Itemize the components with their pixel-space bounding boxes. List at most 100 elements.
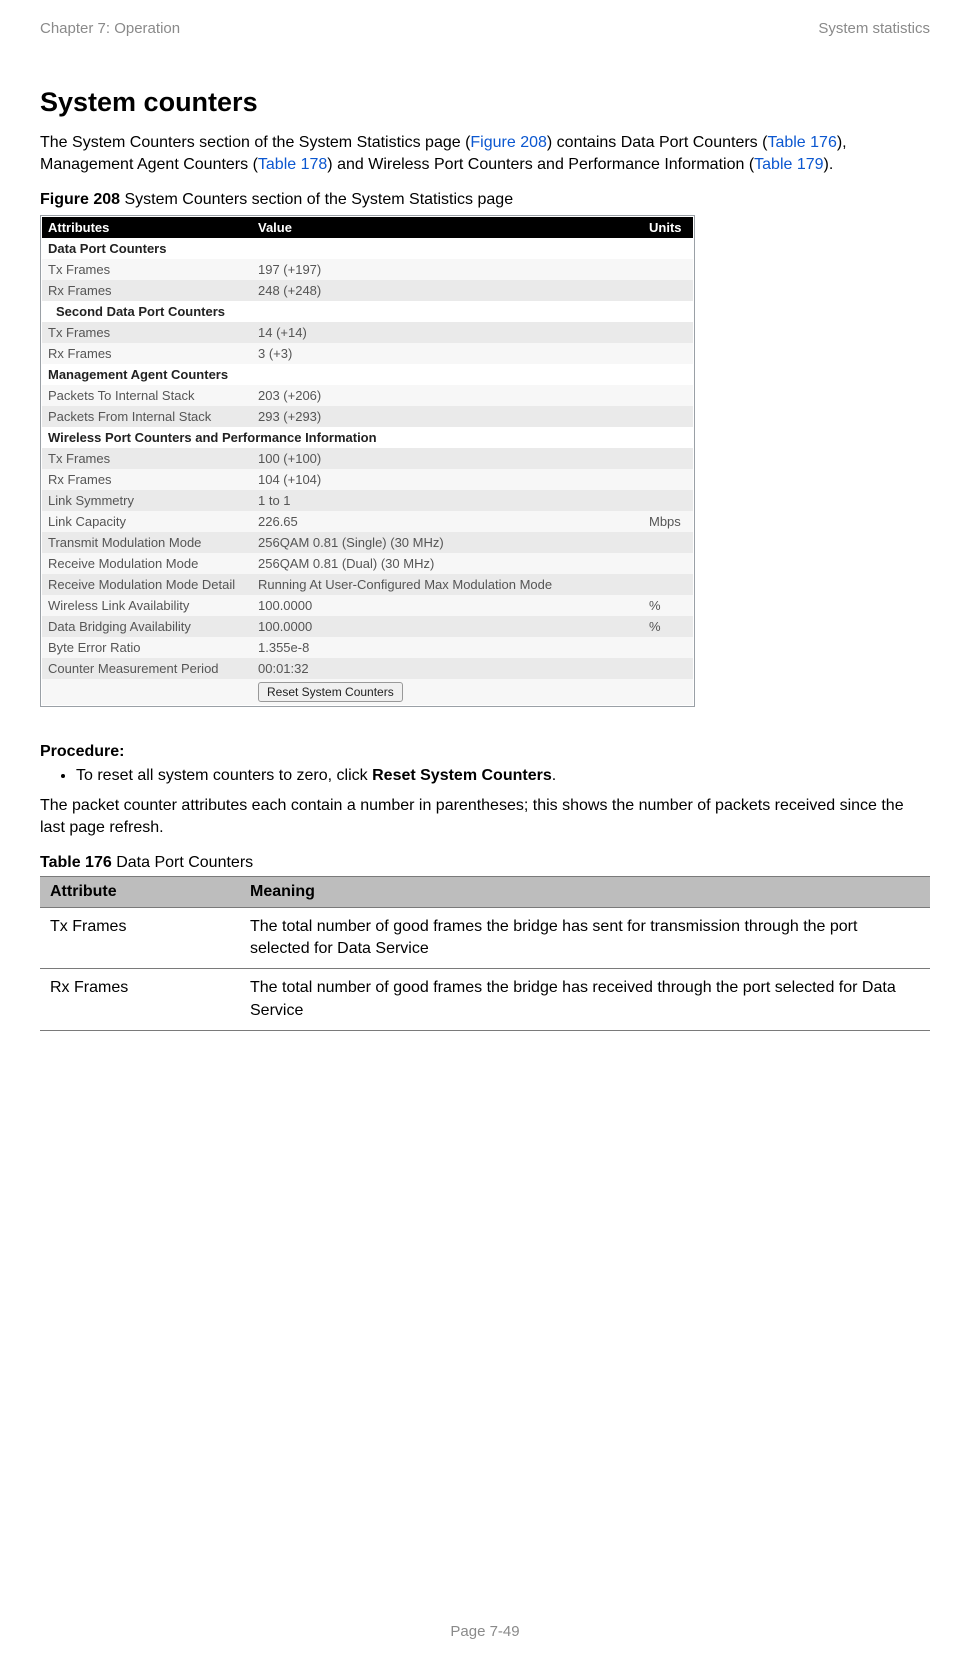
table-row: Packets From Internal Stack293 (+293) <box>42 406 693 427</box>
table-row: Counter Measurement Period00:01:32 <box>42 658 693 679</box>
cell-value: 197 (+197) <box>252 259 643 280</box>
cell-value: 1 to 1 <box>252 490 643 511</box>
cell-units <box>643 658 693 679</box>
page-title: System counters <box>40 87 930 118</box>
figure-title: System Counters section of the System St… <box>120 191 513 208</box>
cell-attr: Rx Frames <box>42 469 252 490</box>
cell-units <box>643 637 693 658</box>
cell-value: 100.0000 <box>252 616 643 637</box>
cell-units: % <box>643 616 693 637</box>
step-bold: Reset System Counters <box>372 767 552 784</box>
cell-units <box>643 469 693 490</box>
cell-value: 1.355e-8 <box>252 637 643 658</box>
table-header-row: Attributes Value Units <box>42 217 693 238</box>
cell-attr: Tx Frames <box>42 448 252 469</box>
table-row: Link Symmetry1 to 1 <box>42 490 693 511</box>
cell-units <box>643 448 693 469</box>
section-mgmt-agent: Management Agent Counters <box>42 364 693 385</box>
cell-attr: Byte Error Ratio <box>42 637 252 658</box>
col-attributes: Attributes <box>42 217 252 238</box>
cell-units <box>643 280 693 301</box>
table-title: Data Port Counters <box>112 854 253 871</box>
intro-text: ) and Wireless Port Counters and Perform… <box>327 156 754 173</box>
intro-text: ) contains Data Port Counters ( <box>547 134 768 151</box>
cell-units <box>643 343 693 364</box>
figure-caption: Figure 208 System Counters section of th… <box>40 191 930 209</box>
cell-attribute: Tx Frames <box>40 907 240 969</box>
table-row: Tx Frames100 (+100) <box>42 448 693 469</box>
col-attribute: Attribute <box>40 876 240 907</box>
cell-attr: Wireless Link Availability <box>42 595 252 616</box>
cell-value: 14 (+14) <box>252 322 643 343</box>
cell-value: Running At User-Configured Max Modulatio… <box>252 574 643 595</box>
note-paragraph: The packet counter attributes each conta… <box>40 795 930 840</box>
intro-text: ). <box>824 156 834 173</box>
figure-number: Figure 208 <box>40 191 120 208</box>
cell-units <box>643 553 693 574</box>
cell-value: 248 (+248) <box>252 280 643 301</box>
col-units: Units <box>643 217 693 238</box>
page-header: Chapter 7: Operation System statistics <box>40 20 930 37</box>
cell-attr: Data Bridging Availability <box>42 616 252 637</box>
cell-attr: Link Capacity <box>42 511 252 532</box>
cell-units <box>643 574 693 595</box>
table-row: Transmit Modulation Mode256QAM 0.81 (Sin… <box>42 532 693 553</box>
cell-attr: Packets To Internal Stack <box>42 385 252 406</box>
page-footer: Page 7-49 <box>0 1623 970 1640</box>
cell-attr: Counter Measurement Period <box>42 658 252 679</box>
cell-value: 100 (+100) <box>252 448 643 469</box>
cell-value: 256QAM 0.81 (Single) (30 MHz) <box>252 532 643 553</box>
defs-row: Tx Frames The total number of good frame… <box>40 907 930 969</box>
col-value: Value <box>252 217 643 238</box>
cell-units: % <box>643 595 693 616</box>
table-caption: Table 176 Data Port Counters <box>40 854 930 872</box>
data-port-counters-table: Attribute Meaning Tx Frames The total nu… <box>40 876 930 1032</box>
reset-row: Reset System Counters <box>42 679 693 705</box>
section-second-data-port: Second Data Port Counters <box>42 301 693 322</box>
link-table-178[interactable]: Table 178 <box>258 156 327 173</box>
intro-paragraph: The System Counters section of the Syste… <box>40 132 930 177</box>
table-row: Data Bridging Availability100.0000% <box>42 616 693 637</box>
page: Chapter 7: Operation System statistics S… <box>0 0 970 1660</box>
link-table-179[interactable]: Table 179 <box>754 156 823 173</box>
cell-meaning: The total number of good frames the brid… <box>240 907 930 969</box>
header-right: System statistics <box>818 20 930 37</box>
cell-value: 3 (+3) <box>252 343 643 364</box>
cell-attribute: Rx Frames <box>40 969 240 1031</box>
cell-attr: Rx Frames <box>42 343 252 364</box>
cell-attr: Tx Frames <box>42 259 252 280</box>
table-row: Tx Frames14 (+14) <box>42 322 693 343</box>
cell-meaning: The total number of good frames the brid… <box>240 969 930 1031</box>
cell-attr: Tx Frames <box>42 322 252 343</box>
cell-units <box>643 322 693 343</box>
defs-header-row: Attribute Meaning <box>40 876 930 907</box>
link-table-176[interactable]: Table 176 <box>767 134 836 151</box>
cell-units <box>643 490 693 511</box>
table-row: Receive Modulation Mode256QAM 0.81 (Dual… <box>42 553 693 574</box>
cell-value: 256QAM 0.81 (Dual) (30 MHz) <box>252 553 643 574</box>
cell-value: 226.65 <box>252 511 643 532</box>
link-figure-208[interactable]: Figure 208 <box>470 134 547 151</box>
col-meaning: Meaning <box>240 876 930 907</box>
procedure-label: Procedure: <box>40 743 930 761</box>
section-data-port: Data Port Counters <box>42 238 693 259</box>
cell-value: 00:01:32 <box>252 658 643 679</box>
cell-units <box>643 406 693 427</box>
cell-attr: Transmit Modulation Mode <box>42 532 252 553</box>
step-text: . <box>552 767 556 784</box>
table-row: Wireless Link Availability100.0000% <box>42 595 693 616</box>
cell-value: 293 (+293) <box>252 406 643 427</box>
cell-value: 104 (+104) <box>252 469 643 490</box>
table-number: Table 176 <box>40 854 112 871</box>
table-row: Rx Frames248 (+248) <box>42 280 693 301</box>
table-row: Receive Modulation Mode DetailRunning At… <box>42 574 693 595</box>
table-row: Rx Frames3 (+3) <box>42 343 693 364</box>
header-left: Chapter 7: Operation <box>40 20 180 37</box>
table-row: Link Capacity226.65Mbps <box>42 511 693 532</box>
reset-system-counters-button[interactable]: Reset System Counters <box>258 682 403 702</box>
table-row: Tx Frames197 (+197) <box>42 259 693 280</box>
cell-units <box>643 532 693 553</box>
step-text: To reset all system counters to zero, cl… <box>76 767 372 784</box>
procedure-list: To reset all system counters to zero, cl… <box>40 767 930 785</box>
intro-text: The System Counters section of the Syste… <box>40 134 470 151</box>
